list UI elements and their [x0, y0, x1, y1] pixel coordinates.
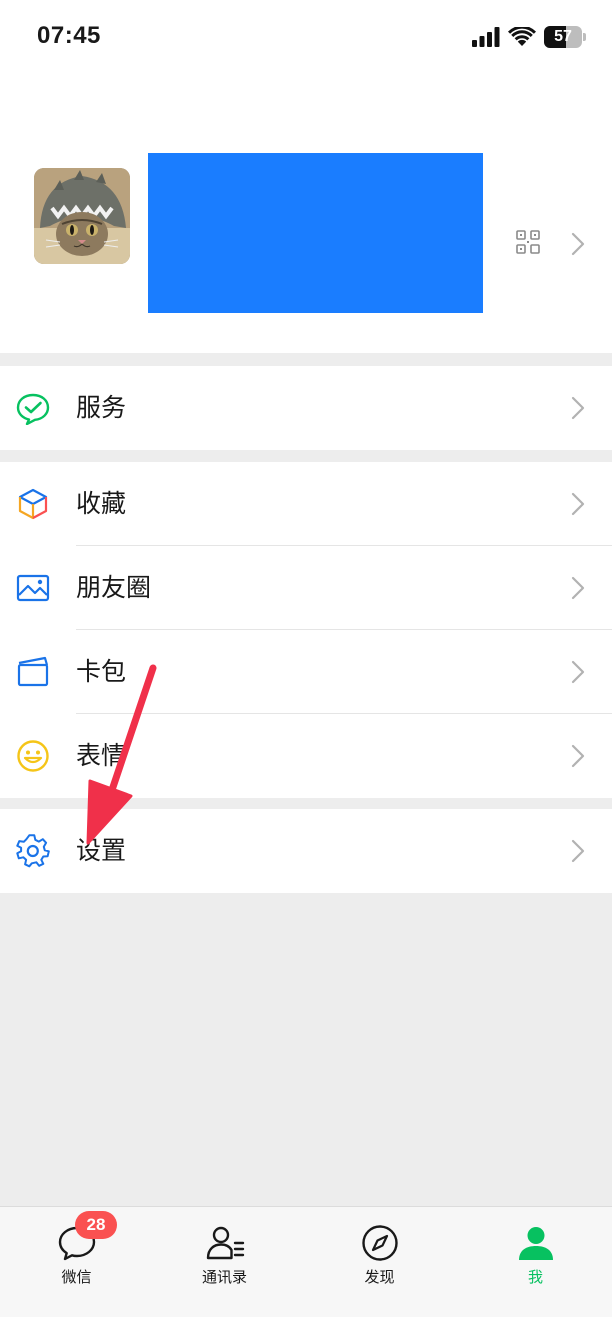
menu-item-services[interactable]: 服务 [0, 366, 612, 450]
signal-icon [472, 27, 500, 47]
wifi-icon [508, 27, 536, 46]
menu-item-cards[interactable]: 卡包 [0, 630, 612, 714]
status-icons: 57 [472, 25, 586, 49]
unread-badge: 28 [75, 1211, 117, 1239]
battery-icon: 57 [544, 26, 582, 48]
menu-item-label: 朋友圈 [76, 573, 152, 602]
menu-item-stickers[interactable]: 表情 [0, 714, 612, 798]
bottom-tab-bar: 28 微信 通讯录 发现 我 [0, 1206, 612, 1317]
card-wallet-icon [17, 656, 49, 687]
chevron-right-icon [571, 839, 585, 863]
tab-label: 我 [527, 1268, 543, 1286]
tab-label: 发现 [364, 1268, 395, 1286]
tab-label: 通讯录 [201, 1268, 247, 1286]
tab-discover[interactable]: 发现 [303, 1207, 456, 1317]
settings-gear-icon [16, 834, 50, 868]
services-icon [16, 393, 50, 425]
menu-item-label: 收藏 [76, 489, 127, 518]
chevron-right-icon [571, 660, 585, 684]
moments-icon [16, 574, 50, 602]
chevron-right-icon [571, 576, 585, 600]
chevron-right-icon [571, 232, 585, 256]
sticker-smiley-icon [17, 740, 49, 772]
menu-group-settings: 设置 [0, 809, 612, 893]
menu-item-moments[interactable]: 朋友圈 [0, 546, 612, 630]
tab-chats[interactable]: 28 微信 [0, 1207, 153, 1317]
menu-item-label: 设置 [76, 836, 127, 865]
menu-item-label: 卡包 [76, 657, 127, 686]
chevron-right-icon [571, 744, 585, 768]
compass-icon [361, 1225, 398, 1261]
menu-group-features: 收藏 朋友圈 卡包 表情 [0, 462, 612, 798]
menu-group-services: 服务 [0, 366, 612, 450]
tab-contacts[interactable]: 通讯录 [148, 1207, 301, 1317]
status-time: 07:45 [37, 22, 101, 49]
profile-header[interactable] [0, 76, 612, 353]
favorites-icon [18, 488, 48, 520]
avatar[interactable] [34, 168, 130, 264]
menu-item-label: 服务 [76, 393, 127, 422]
me-person-icon [518, 1227, 553, 1260]
tab-me[interactable]: 我 [459, 1207, 612, 1317]
menu-item-settings[interactable]: 设置 [0, 809, 612, 893]
contacts-icon [206, 1226, 244, 1260]
chevron-right-icon [571, 492, 585, 516]
redacted-name-block [148, 153, 483, 313]
menu-item-label: 表情 [76, 741, 127, 770]
chevron-right-icon [571, 396, 585, 420]
tab-label: 微信 [61, 1268, 92, 1286]
qr-code-icon[interactable] [516, 230, 540, 254]
status-bar: 07:45 57 [0, 0, 612, 76]
battery-percentage: 57 [554, 28, 572, 45]
menu-item-favorites[interactable]: 收藏 [0, 462, 612, 546]
